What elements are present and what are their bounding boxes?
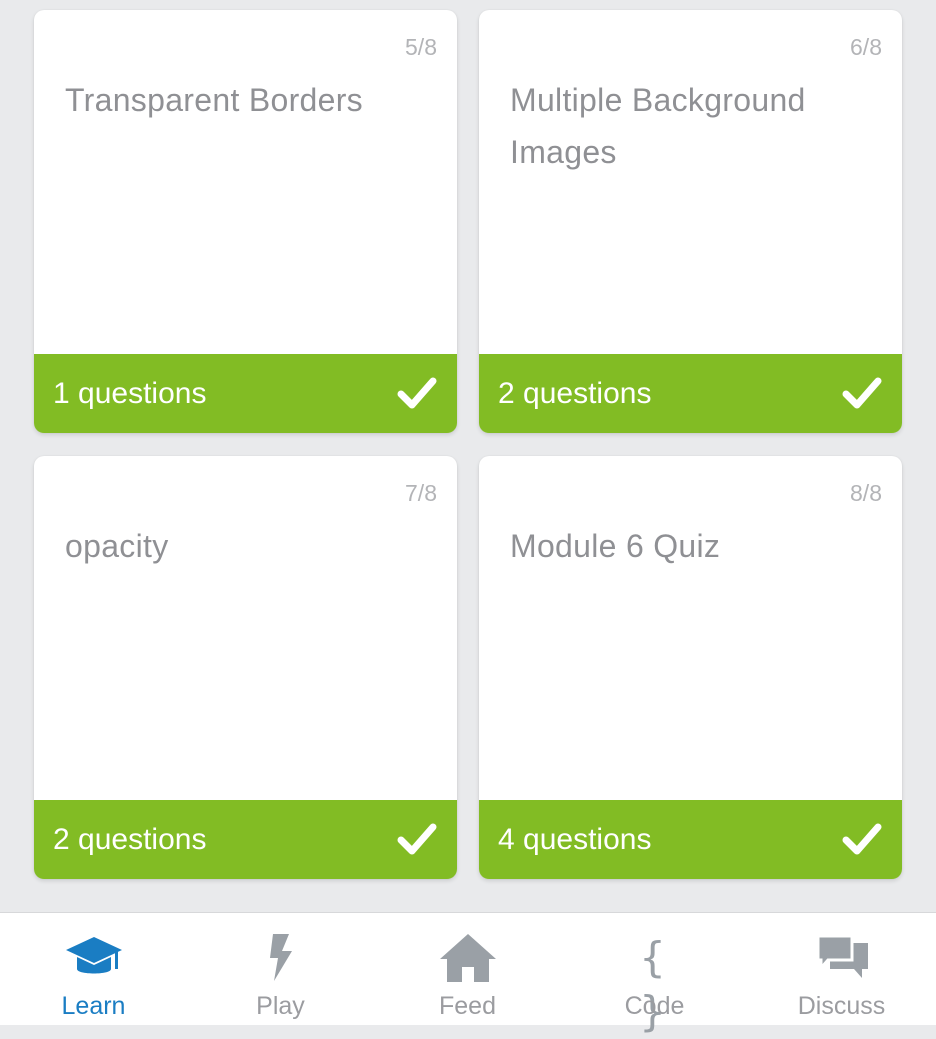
lesson-footer: 1 questions — [34, 354, 457, 433]
lesson-title: Transparent Borders — [65, 82, 363, 118]
question-count: 1 questions — [53, 377, 207, 410]
tab-learn[interactable]: Learn — [0, 913, 187, 1025]
home-icon — [439, 934, 496, 982]
checkmark-icon — [842, 823, 882, 855]
tab-feed[interactable]: Feed — [374, 913, 561, 1025]
lesson-card[interactable]: 8/8 Module 6 Quiz 4 questions — [479, 456, 902, 879]
lesson-card[interactable]: 5/8 Transparent Borders 1 questions — [34, 10, 457, 433]
lesson-progress: 5/8 — [405, 34, 437, 60]
lightning-bolt-icon — [269, 934, 292, 981]
chat-bubbles-icon — [816, 934, 868, 978]
lesson-progress: 7/8 — [405, 480, 437, 506]
bottom-tab-bar: Learn Play Feed { } Code Discuss — [0, 912, 936, 1036]
lesson-footer: 2 questions — [34, 800, 457, 879]
lesson-title: Module 6 Quiz — [510, 528, 721, 564]
tab-label: Discuss — [797, 992, 886, 1020]
lesson-card[interactable]: 6/8 Multiple Background Images 2 questio… — [479, 10, 902, 433]
lesson-footer: 2 questions — [479, 354, 902, 433]
curly-braces-icon: { } — [639, 933, 670, 1036]
lesson-progress: 6/8 — [850, 34, 882, 60]
tab-label: Feed — [439, 992, 496, 1020]
question-count: 2 questions — [53, 823, 207, 856]
tab-play[interactable]: Play — [187, 913, 374, 1025]
tab-label: Code — [624, 992, 685, 1020]
checkmark-icon — [397, 823, 437, 855]
lesson-title: Multiple Background Images — [510, 82, 806, 170]
question-count: 2 questions — [498, 377, 652, 410]
checkmark-icon — [397, 377, 437, 409]
lesson-footer: 4 questions — [479, 800, 902, 879]
lesson-progress: 8/8 — [850, 480, 882, 506]
tab-code[interactable]: { } Code — [561, 913, 748, 1036]
lesson-grid: 5/8 Transparent Borders 1 questions 6/8 … — [0, 0, 936, 912]
tab-label: Learn — [61, 992, 126, 1020]
checkmark-icon — [842, 377, 882, 409]
lesson-card[interactable]: 7/8 opacity 2 questions — [34, 456, 457, 879]
graduation-cap-icon — [65, 937, 122, 974]
tab-label: Play — [256, 992, 305, 1020]
tab-discuss[interactable]: Discuss — [748, 913, 935, 1025]
question-count: 4 questions — [498, 823, 652, 856]
lesson-title: opacity — [65, 528, 169, 564]
